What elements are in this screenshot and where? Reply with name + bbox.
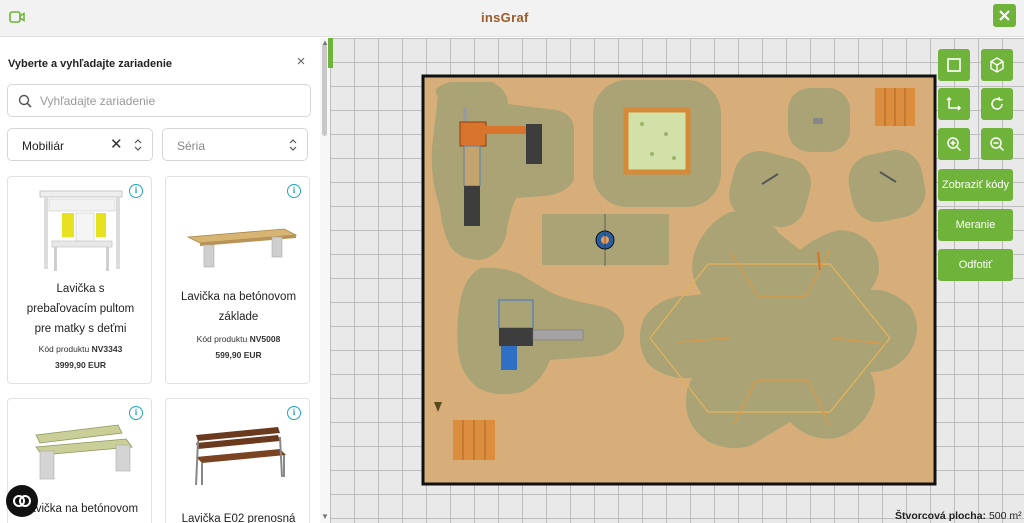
scrollbar-thumb[interactable] [322,44,327,136]
zoom-out-button[interactable] [981,128,1013,160]
product-name-line: Lavička s [56,283,105,295]
product-name-line: prebaľovacím pultom [26,303,135,315]
search-field[interactable] [7,84,311,117]
panel-scrollbar[interactable] [320,38,330,523]
rotate-icon [991,96,1003,110]
equipment-panel: Vyberte a vyhľadajte zariadenie × Mobili… [0,38,330,523]
product-name-line: Lavička E02 prenosná [181,513,296,523]
show-codes-button[interactable]: Zobraziť kódy [938,169,1013,201]
measure-button[interactable]: Meranie [938,209,1013,241]
cube-3d-icon [990,57,1004,73]
product-image [35,424,133,480]
design-canvas[interactable] [330,38,1024,523]
video-camera-icon[interactable] [9,10,25,24]
move-button[interactable] [938,88,970,120]
zoom-in-button[interactable] [938,128,970,160]
series-placeholder: Séria [177,139,206,153]
product-image [195,427,286,486]
product-card[interactable]: i Lavička s prebaľovacím pultom pre matk… [7,176,152,384]
chevron-updown-icon [289,139,297,151]
panel-title: Vyberte a vyhľadajte zariadenie [8,58,173,70]
product-price: 599,90 EUR [215,350,262,360]
select-button[interactable] [938,49,970,81]
search-icon [18,94,32,108]
chat-icon [13,495,31,507]
product-image [39,190,123,271]
search-input[interactable] [40,91,300,111]
move-arrows-icon [946,96,962,111]
playground-plan[interactable] [330,38,1024,523]
category-select[interactable]: Mobiliár ✕ [7,128,153,161]
app-logo: insGraf [481,10,529,25]
top-bar: insGraf [0,0,1024,37]
close-app-button[interactable] [993,4,1016,27]
product-code: Kód produktu NV3343 [38,344,123,354]
rotate-button[interactable] [981,88,1013,120]
scroll-down-icon[interactable]: ▼ [321,512,329,521]
close-icon [999,10,1010,21]
product-image [186,228,298,268]
zoom-in-icon [947,137,962,152]
view-3d-button[interactable] [981,49,1013,81]
panel-close-icon[interactable]: × [294,54,308,69]
panel-resize-handle[interactable] [328,38,333,68]
product-name-line: základe [218,311,259,323]
series-select[interactable]: Séria [162,128,308,161]
product-code: Kód produktu NV5008 [196,334,281,344]
product-name-line: pre matky s deťmi [34,323,127,335]
category-value: Mobiliár [22,139,65,153]
area-readout: Štvorcová plocha: 500 m² [895,510,1022,522]
snapshot-button[interactable]: Odfotiť [938,249,1013,281]
chevron-updown-icon [134,139,142,151]
product-name-line: Lavička na betónovom [180,291,297,303]
zoom-out-icon [990,137,1005,152]
product-card[interactable]: i Lavička E02 prenosná [165,398,310,523]
chat-button[interactable] [6,485,38,517]
select-icon [947,58,961,72]
product-price: 3999,90 EUR [54,360,107,370]
clear-category-icon[interactable]: ✕ [110,137,123,152]
product-card[interactable]: i Lavička na betónovom základe Kód produ… [165,176,310,384]
